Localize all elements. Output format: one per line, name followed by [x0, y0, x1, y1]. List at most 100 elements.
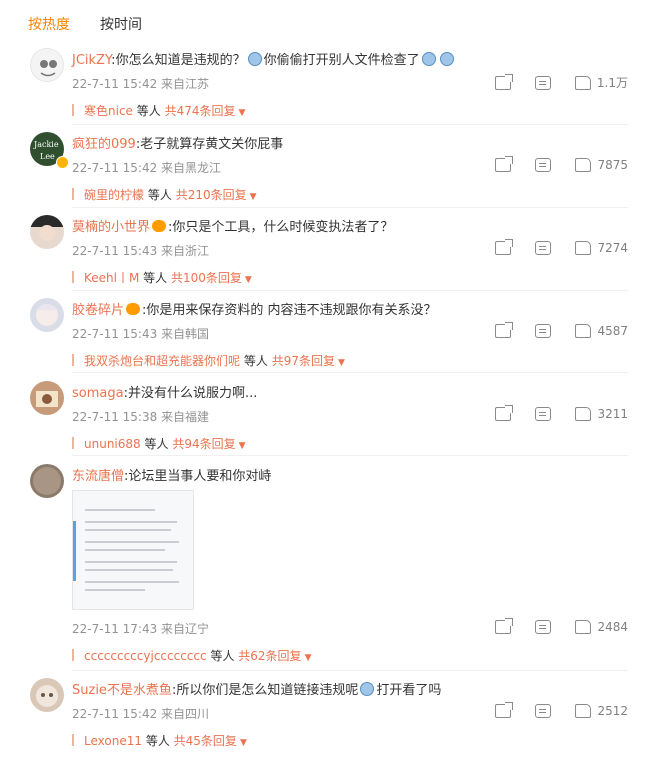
share-icon[interactable]	[495, 156, 514, 172]
divider	[72, 290, 628, 291]
reply-username[interactable]: cccccccccyjcccccccc	[84, 649, 207, 663]
verified-badge-icon	[56, 156, 69, 169]
comment-icon[interactable]	[535, 324, 552, 338]
share-icon[interactable]	[495, 322, 514, 338]
reply-username[interactable]: ununi688	[84, 437, 141, 451]
comment-body: 你只是个工具，什么时候变执法者了？	[172, 220, 394, 235]
replies-link[interactable]: cccccccccyjcccccccc 等人 共62条回复 ▼	[72, 647, 311, 664]
reply-bar	[72, 271, 74, 283]
reply-mid: 等人	[147, 188, 172, 202]
replies-link[interactable]: 我双杀炮台和超充能器你们呢 等人 共97条回复 ▼	[72, 352, 345, 369]
comment-username[interactable]: 胶卷碎片	[72, 303, 124, 318]
comment-username[interactable]: Suzie不是水煮鱼	[72, 683, 172, 698]
avatar[interactable]	[30, 298, 64, 332]
reply-bar	[72, 734, 74, 746]
comment-username[interactable]: 疯狂的099	[72, 137, 136, 152]
reply-username[interactable]: Lexone11	[84, 734, 142, 748]
like-icon[interactable]	[575, 407, 592, 421]
comment-meta: 22-7-11 15:43 来自浙江	[72, 244, 210, 258]
divider	[72, 372, 628, 373]
comment-icon[interactable]	[535, 620, 552, 634]
comment-icon[interactable]	[535, 704, 552, 718]
replies-link[interactable]: Keehl丨M 等人 共100条回复 ▼	[72, 269, 252, 286]
like-count: 7875	[597, 158, 628, 172]
replies-link[interactable]: 碗里的柠檬 等人 共210条回复 ▼	[72, 186, 257, 203]
avatar[interactable]	[30, 48, 64, 82]
comment-icon[interactable]	[535, 158, 552, 172]
chevron-down-icon: ▼	[238, 441, 246, 451]
reply-mid: 等人	[243, 354, 268, 368]
reply-total[interactable]: 共62条回复	[238, 649, 301, 663]
share-icon[interactable]	[495, 239, 514, 255]
reply-total[interactable]: 共97条回复	[272, 354, 335, 368]
comment-username[interactable]: 莫楠的小世界	[72, 220, 150, 235]
doge-emoji-icon	[360, 682, 375, 696]
chevron-down-icon: ▼	[239, 738, 247, 748]
like-count: 7274	[597, 241, 628, 255]
comment-meta: 22-7-11 15:42 来自黑龙江	[72, 161, 222, 175]
reply-username[interactable]: Keehl丨M	[84, 271, 139, 285]
comment-actions: 3211	[471, 405, 628, 421]
comment-image[interactable]	[72, 490, 194, 610]
like-icon[interactable]	[575, 158, 592, 172]
comment-text: 疯狂的099:老子就算存黄文关你屁事	[72, 137, 284, 152]
avatar[interactable]	[30, 678, 64, 712]
reply-bar	[72, 354, 74, 366]
comment-username[interactable]: 东流唐僧	[72, 469, 124, 484]
reply-total[interactable]: 共45条回复	[174, 734, 237, 748]
replies-link[interactable]: Lexone11 等人 共45条回复 ▼	[72, 732, 247, 749]
comment-actions: 7274	[471, 239, 628, 255]
doge-emoji-icon	[247, 52, 262, 66]
tab-by-time[interactable]: 按时间	[100, 14, 142, 38]
reply-total[interactable]: 共210条回复	[176, 188, 247, 202]
comment-icon[interactable]	[535, 241, 552, 255]
avatar[interactable]	[30, 381, 64, 415]
avatar[interactable]	[30, 464, 64, 498]
doge-emoji-icon	[421, 52, 436, 66]
reply-username[interactable]: 碗里的柠檬	[84, 188, 144, 202]
reply-total[interactable]: 共100条回复	[171, 271, 242, 285]
comment-username[interactable]: JCikZY	[72, 53, 111, 68]
comment-meta: 22-7-11 15:42 来自四川	[72, 707, 210, 721]
comment-actions: 2512	[471, 702, 628, 718]
comment-meta: 22-7-11 15:43 来自韩国	[72, 327, 210, 341]
comment-body: 并没有什么说服力啊...	[127, 386, 258, 401]
reply-bar	[72, 437, 74, 449]
like-icon[interactable]	[575, 620, 592, 634]
chevron-down-icon: ▼	[249, 192, 257, 202]
reply-total[interactable]: 共474条回复	[165, 104, 236, 118]
share-icon[interactable]	[494, 73, 513, 90]
comment-body: 你是用来保存资料的 内容违不违规跟你有关系没？	[146, 303, 437, 318]
tab-by-hot[interactable]: 按热度	[28, 14, 70, 38]
doge-emoji-icon	[439, 52, 454, 66]
reply-mid: 等人	[144, 437, 169, 451]
reply-mid: 等人	[210, 649, 235, 663]
comment-icon[interactable]	[535, 407, 552, 421]
comment-actions: 7875	[471, 156, 628, 172]
reply-mid: 等人	[136, 104, 161, 118]
reply-mid: 等人	[143, 271, 168, 285]
comment-body: 老子就算存黄文关你屁事	[140, 137, 284, 152]
like-icon[interactable]	[575, 324, 592, 338]
comment-meta: 22-7-11 17:43 来自辽宁	[72, 622, 210, 636]
comment-meta: 22-7-11 15:42 来自江苏	[72, 77, 210, 91]
svg-text:Lee: Lee	[40, 152, 55, 161]
reply-username[interactable]: 我双杀炮台和超充能器你们呢	[84, 354, 240, 368]
vip-icon	[152, 220, 167, 232]
reply-username[interactable]: 寒色nice	[84, 104, 133, 118]
replies-link[interactable]: ununi688 等人 共94条回复 ▼	[72, 435, 246, 452]
like-icon[interactable]	[574, 75, 591, 90]
avatar[interactable]	[30, 215, 64, 249]
share-icon[interactable]	[495, 702, 514, 718]
replies-link[interactable]: 寒色nice 等人 共474条回复 ▼	[72, 102, 245, 119]
reply-total[interactable]: 共94条回复	[172, 437, 235, 451]
like-icon[interactable]	[575, 241, 592, 255]
divider	[72, 207, 628, 208]
comment-username[interactable]: somaga	[72, 386, 124, 401]
comment-body: 论坛里当事人要和你对峙	[128, 469, 272, 484]
comment-icon[interactable]	[534, 75, 551, 90]
comment-actions: 1.1万	[471, 73, 628, 91]
like-icon[interactable]	[575, 704, 592, 718]
share-icon[interactable]	[495, 405, 514, 421]
share-icon[interactable]	[495, 618, 514, 634]
